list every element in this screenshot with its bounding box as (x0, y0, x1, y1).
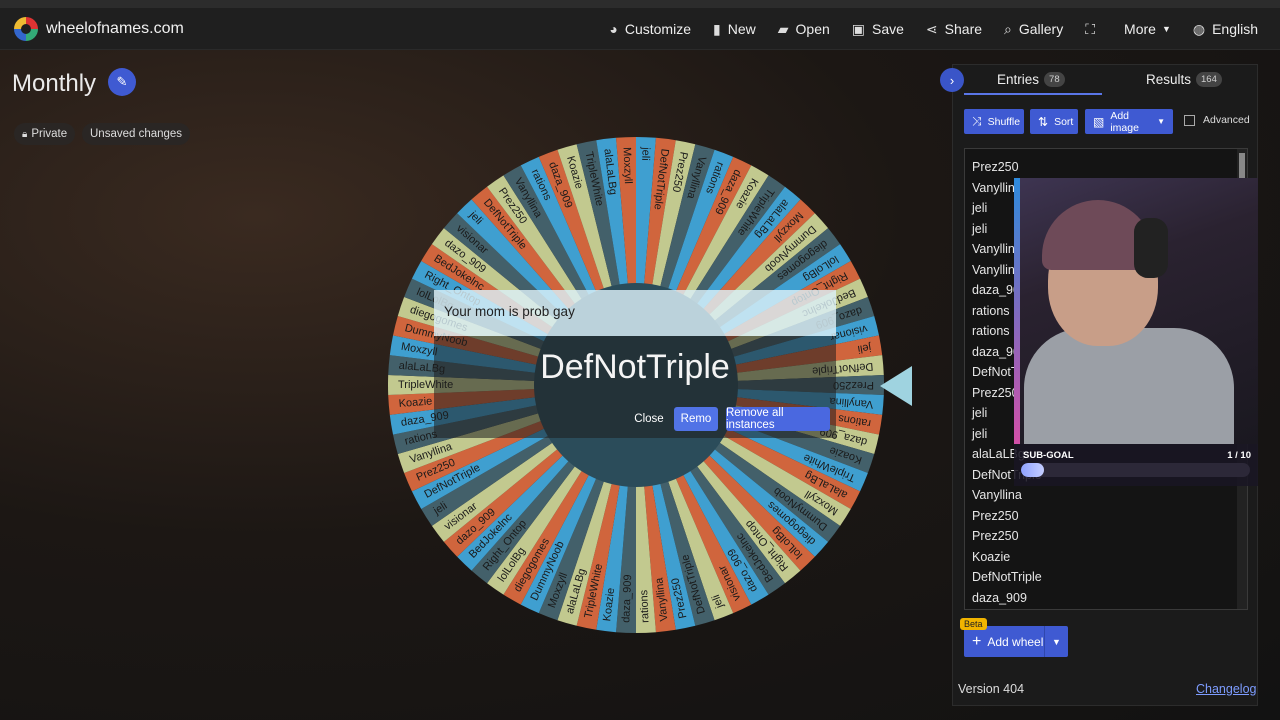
beta-badge: Beta (960, 618, 987, 630)
private-chip[interactable]: 🔒︎ Private (14, 123, 76, 145)
collapse-panel-button[interactable]: › (940, 68, 964, 92)
winner-dialog: Your mom is prob gay DefNotTriple Close … (434, 290, 836, 438)
wheel-segment-label: rations (638, 589, 651, 623)
advanced-checkbox[interactable]: Advanced (1184, 114, 1250, 126)
main-menu: ◕ Customize ▮ New ▰ Open ▣ Save ⋖ Share ⌕ Gall… (587, 8, 1258, 50)
entry-line[interactable]: Prez250 (972, 160, 1019, 174)
winner-name: DefNotTriple (540, 348, 730, 386)
palette-icon: ◕ (609, 21, 618, 37)
entry-line[interactable]: Vanyllina (972, 488, 1022, 502)
remove-button[interactable]: Remo (674, 407, 718, 431)
wheel-segment-label: daza_909 (620, 574, 634, 623)
folder-icon: ▰ (777, 20, 789, 37)
sort-icon: ⇅ (1038, 114, 1049, 129)
wheel-title: Monthly (12, 70, 97, 97)
edit-title-button[interactable]: ✎ (108, 68, 136, 96)
remove-all-instances-button[interactable]: Remove all instances (726, 407, 830, 431)
streamer-body (1024, 328, 1234, 444)
wheel-segment-label: Moxzyll (621, 147, 634, 184)
entries-count-badge: 78 (1044, 72, 1065, 87)
subgoal-progress-track (1021, 463, 1250, 477)
chevron-down-icon: ▼ (1157, 117, 1165, 126)
wheel-logo-icon (14, 16, 38, 41)
subgoal-progress-fill (1021, 463, 1044, 477)
entry-line[interactable]: daza_909 (972, 591, 1027, 605)
menu-customize[interactable]: ◕ Customize (609, 21, 691, 37)
dialog-title: Your mom is prob gay (444, 304, 575, 319)
close-button[interactable]: Close (630, 407, 668, 431)
sort-button[interactable]: ⇅ Sort (1030, 109, 1078, 134)
pencil-icon: ✎ (116, 74, 128, 89)
headset (1134, 218, 1168, 278)
menu-save[interactable]: ▣ Save (852, 21, 904, 38)
share-icon: ⋖ (925, 20, 938, 37)
scrollbar-thumb[interactable] (1239, 153, 1245, 179)
file-icon: ▮ (713, 20, 721, 37)
entry-line[interactable]: jeli (972, 406, 987, 420)
menu-fullscreen[interactable]: ⛶ (1085, 21, 1102, 38)
fullscreen-icon: ⛶ (1085, 20, 1096, 37)
results-count-badge: 164 (1196, 72, 1222, 87)
menu-new[interactable]: ▮ New (713, 21, 756, 38)
neon-light (1014, 178, 1020, 444)
brand[interactable]: wheelofnames.com (14, 16, 184, 41)
webcam-overlay (1014, 178, 1258, 444)
plus-icon: + (972, 632, 982, 650)
entry-line[interactable]: Prez250 (972, 386, 1019, 400)
add-wheel-dropdown[interactable]: ▼ (1044, 626, 1068, 657)
version-label: Version 404 (958, 682, 1025, 696)
changelog-link[interactable]: Changelog (1196, 682, 1256, 696)
unsaved-changes-chip: Unsaved changes (82, 123, 191, 145)
entry-line[interactable]: jeli (972, 222, 987, 236)
entry-line[interactable]: rations (972, 324, 1010, 338)
entry-line[interactable]: rations (972, 304, 1010, 318)
chevron-right-icon: › (949, 72, 955, 88)
wheel-segment-label: jeli (639, 146, 652, 161)
tab-results[interactable]: Results 164 (1146, 72, 1222, 87)
shuffle-icon: ⤨ (972, 114, 982, 128)
entry-line[interactable]: jeli (972, 201, 987, 215)
entry-line[interactable]: DefNotTriple (972, 570, 1042, 584)
menu-more[interactable]: More ▼ (1124, 21, 1171, 37)
image-icon: ▧ (1093, 114, 1105, 129)
subgoal-widget: SUB-GOAL 1 / 10 (1014, 444, 1258, 486)
top-navigation-bar: wheelofnames.com ◕ Customize ▮ New ▰ Open ▣… (0, 8, 1280, 50)
wheel-segment-label: Prez250 (833, 379, 874, 391)
shuffle-button[interactable]: ⤨ Shuffle (964, 109, 1024, 134)
dialog-header: Your mom is prob gay (434, 290, 836, 336)
add-image-button[interactable]: ▧ Add image ▼ (1085, 109, 1173, 134)
subgoal-count: 1 / 10 (1227, 450, 1251, 461)
wheel-segment-label: jeli (857, 341, 873, 355)
lock-icon: 🔒︎ (22, 128, 28, 140)
menu-language[interactable]: ◍ English (1193, 21, 1258, 38)
checkbox-box[interactable] (1184, 114, 1195, 126)
subgoal-title: SUB-GOAL (1023, 450, 1074, 461)
floppy-icon: ▣ (851, 20, 865, 37)
entry-line[interactable]: Prez250 (972, 509, 1019, 523)
wheel-pointer (880, 366, 912, 406)
menu-gallery[interactable]: ⌕ Gallery (1004, 21, 1063, 38)
tab-entries[interactable]: Entries 78 (997, 72, 1065, 87)
entry-line[interactable]: Prez250 (972, 529, 1019, 543)
chevron-down-icon: ▼ (1161, 24, 1171, 34)
menu-open[interactable]: ▰ Open (778, 21, 830, 38)
add-wheel-button[interactable]: + Add wheel ▼ (964, 626, 1068, 657)
globe-icon: ◍ (1192, 20, 1206, 37)
brand-name: wheelofnames.com (46, 19, 184, 37)
entry-line[interactable]: jeli (972, 427, 987, 441)
entry-line[interactable]: Koazie (972, 550, 1010, 564)
search-icon: ⌕ (1004, 20, 1012, 37)
window-top-strip (0, 0, 1280, 8)
active-tab-indicator (964, 93, 1102, 95)
menu-share[interactable]: ⋖ Share (926, 21, 982, 38)
